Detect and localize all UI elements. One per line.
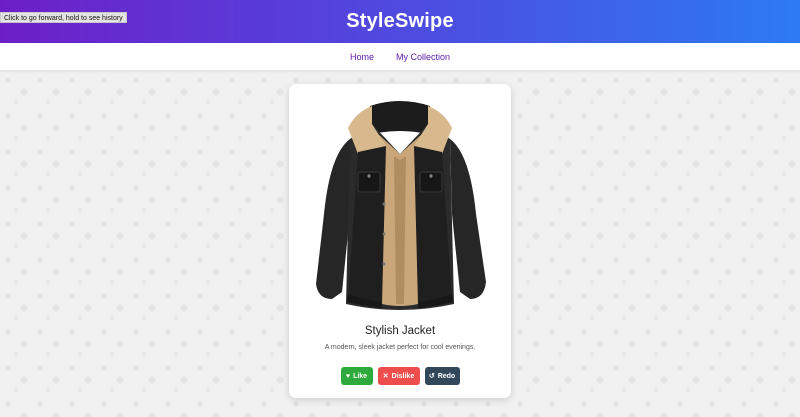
nav-home-link[interactable]: Home — [350, 52, 374, 62]
product-description: A modern, sleek jacket perfect for cool … — [324, 344, 476, 351]
like-label: Like — [353, 372, 368, 380]
dislike-button[interactable]: ✕ Dislike — [377, 367, 420, 385]
brand-title: StyleSwipe — [346, 10, 454, 32]
action-buttons: ♥ Like ✕ Dislike ↺ Redo — [289, 367, 511, 385]
browser-tooltip: Click to go forward, hold to see history — [0, 12, 127, 23]
heart-icon: ♥ — [345, 372, 351, 380]
jacket-image — [316, 101, 486, 310]
redo-label: Redo — [437, 372, 456, 380]
product-title: Stylish Jacket — [364, 325, 436, 337]
like-button[interactable]: ♥ Like — [340, 367, 373, 385]
redo-icon: ↺ — [428, 373, 435, 380]
redo-button[interactable]: ↺ Redo — [424, 367, 460, 385]
product-card[interactable]: Stylish Jacket A modern, sleek jacket pe… — [289, 84, 511, 398]
dislike-label: Dislike — [391, 372, 415, 380]
nav-collection-link[interactable]: My Collection — [396, 52, 450, 62]
main-nav: Home My Collection — [0, 43, 800, 71]
close-icon: ✕ — [382, 373, 389, 380]
